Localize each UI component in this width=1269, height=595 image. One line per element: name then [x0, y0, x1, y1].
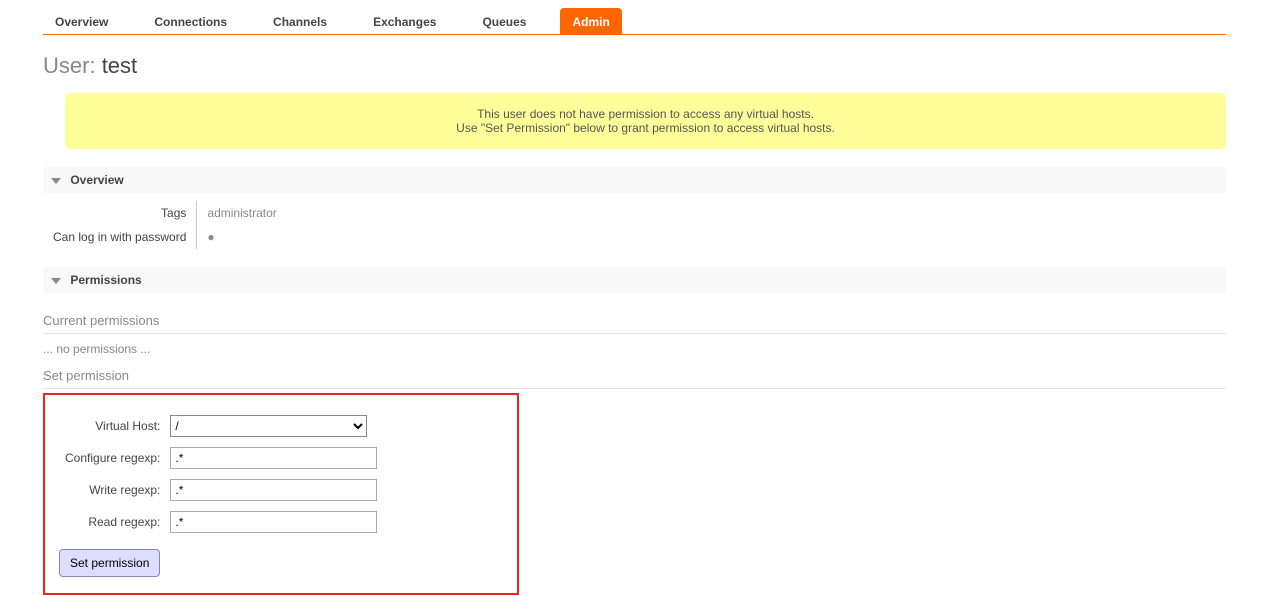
write-regexp-input[interactable]: [170, 479, 377, 501]
tab-queues[interactable]: Queues: [470, 8, 538, 34]
page-title-prefix: User:: [43, 53, 102, 78]
vhost-select[interactable]: /: [170, 415, 367, 437]
write-label: Write regexp:: [61, 475, 164, 505]
configure-label: Configure regexp:: [61, 443, 164, 473]
section-permissions-title: Permissions: [70, 273, 141, 287]
chevron-down-icon: [51, 178, 61, 184]
set-permission-form: Virtual Host: / Configure regexp: Write …: [59, 409, 383, 539]
section-permissions-body: Current permissions ... no permissions .…: [43, 293, 1226, 595]
main-tabs: Overview Connections Channels Exchanges …: [43, 8, 1226, 35]
configure-regexp-input[interactable]: [170, 447, 377, 469]
tab-admin[interactable]: Admin: [560, 8, 621, 34]
tab-exchanges[interactable]: Exchanges: [361, 8, 448, 34]
page-title-user: test: [102, 53, 137, 78]
section-overview-body: Tags administrator Can log in with passw…: [43, 193, 1226, 249]
page-title: User: test: [43, 53, 1226, 79]
section-overview-header[interactable]: Overview: [43, 167, 1226, 193]
chevron-down-icon: [51, 278, 61, 284]
overview-facts-table: Tags administrator Can log in with passw…: [43, 201, 287, 249]
login-value: ●: [197, 225, 287, 249]
set-permission-heading: Set permission: [43, 368, 1226, 389]
permission-warning-banner: This user does not have permission to ac…: [65, 93, 1226, 149]
warning-line2: Use "Set Permission" below to grant perm…: [456, 121, 835, 135]
no-permissions-text: ... no permissions ...: [43, 342, 1226, 356]
current-permissions-heading: Current permissions: [43, 313, 1226, 334]
warning-line1: This user does not have permission to ac…: [477, 107, 814, 121]
read-regexp-input[interactable]: [170, 511, 377, 533]
set-permission-button[interactable]: [59, 549, 160, 577]
tab-connections[interactable]: Connections: [142, 8, 239, 34]
tab-overview[interactable]: Overview: [43, 8, 120, 34]
read-label: Read regexp:: [61, 507, 164, 537]
tab-channels[interactable]: Channels: [261, 8, 339, 34]
vhost-label: Virtual Host:: [61, 411, 164, 441]
login-label: Can log in with password: [43, 225, 197, 249]
set-permission-form-box: Virtual Host: / Configure regexp: Write …: [43, 393, 519, 595]
section-overview-title: Overview: [70, 173, 123, 187]
tags-value: administrator: [197, 201, 287, 225]
section-permissions-header[interactable]: Permissions: [43, 267, 1226, 293]
tags-label: Tags: [43, 201, 197, 225]
